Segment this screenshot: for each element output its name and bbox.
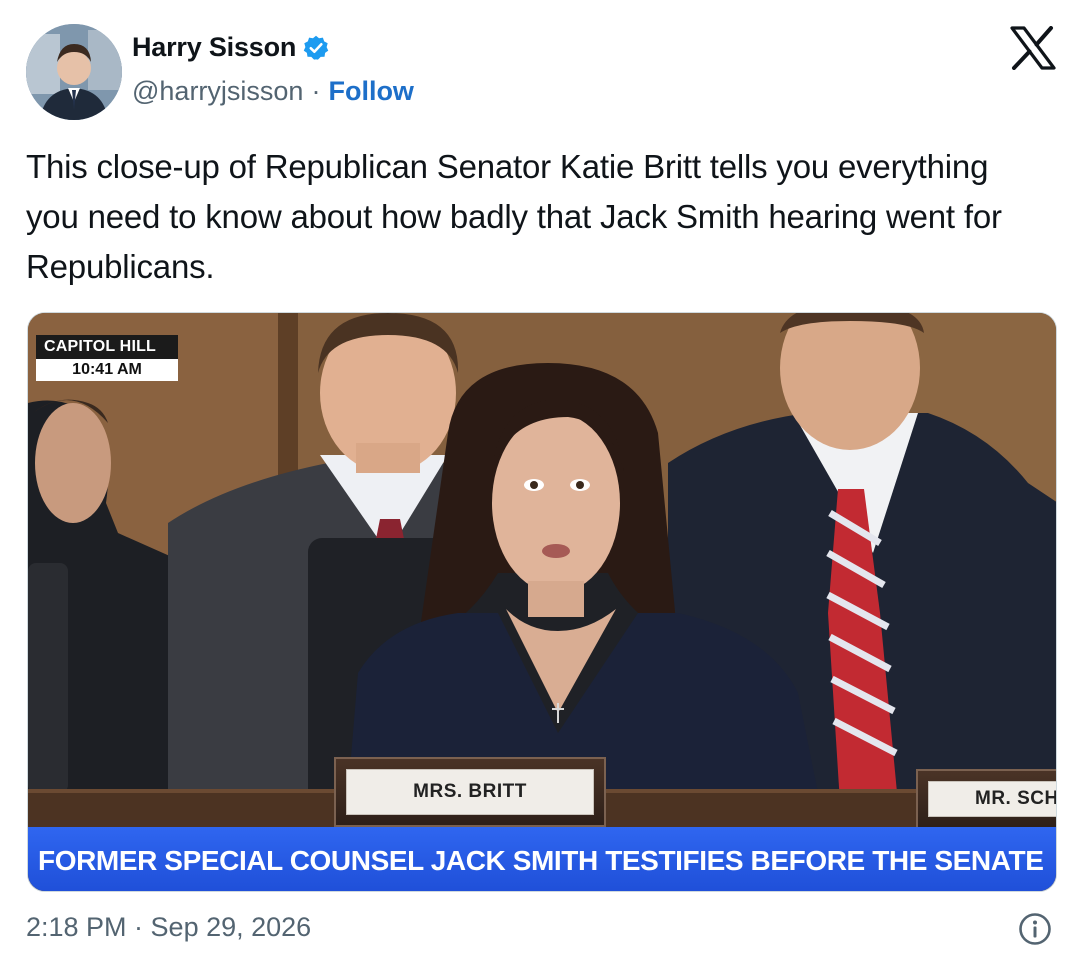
handle-separator: · [311, 76, 321, 106]
follow-button[interactable]: Follow [328, 76, 413, 107]
name-placard-right: MR. SCH [916, 769, 1056, 829]
tweet-media[interactable]: CAPITOL HILL 10:41 AM MRS. BRITT MR. SCH… [27, 312, 1057, 892]
avatar-image [26, 24, 122, 120]
author-handle[interactable]: @harryjsisson [132, 76, 303, 107]
tweet-card: Harry Sisson @harryjsisson · Follow This… [0, 0, 1082, 962]
tweet-timestamp[interactable]: 2:18 PM · Sep 29, 2026 [26, 912, 311, 943]
location-bug: CAPITOL HILL 10:41 AM [36, 335, 178, 381]
tweet-text: This close-up of Republican Senator Kati… [26, 148, 1002, 285]
x-logo-icon[interactable] [1010, 26, 1056, 70]
bug-time: 10:41 AM [36, 359, 178, 381]
lower-third-banner: FORMER SPECIAL COUNSEL JACK SMITH TESTIF… [28, 827, 1056, 891]
bug-location: CAPITOL HILL [36, 335, 178, 359]
author-handle-row: @harryjsisson · Follow [132, 76, 414, 107]
name-placard-center: MRS. BRITT [334, 757, 606, 827]
author-name[interactable]: Harry Sisson [132, 32, 296, 63]
author-name-row: Harry Sisson [132, 32, 330, 63]
verified-badge-icon [302, 34, 330, 62]
info-icon[interactable] [1018, 912, 1052, 946]
placard-right-text: MR. SCH [928, 781, 1056, 817]
author-avatar[interactable] [26, 24, 122, 120]
placard-center-text: MRS. BRITT [346, 769, 594, 815]
